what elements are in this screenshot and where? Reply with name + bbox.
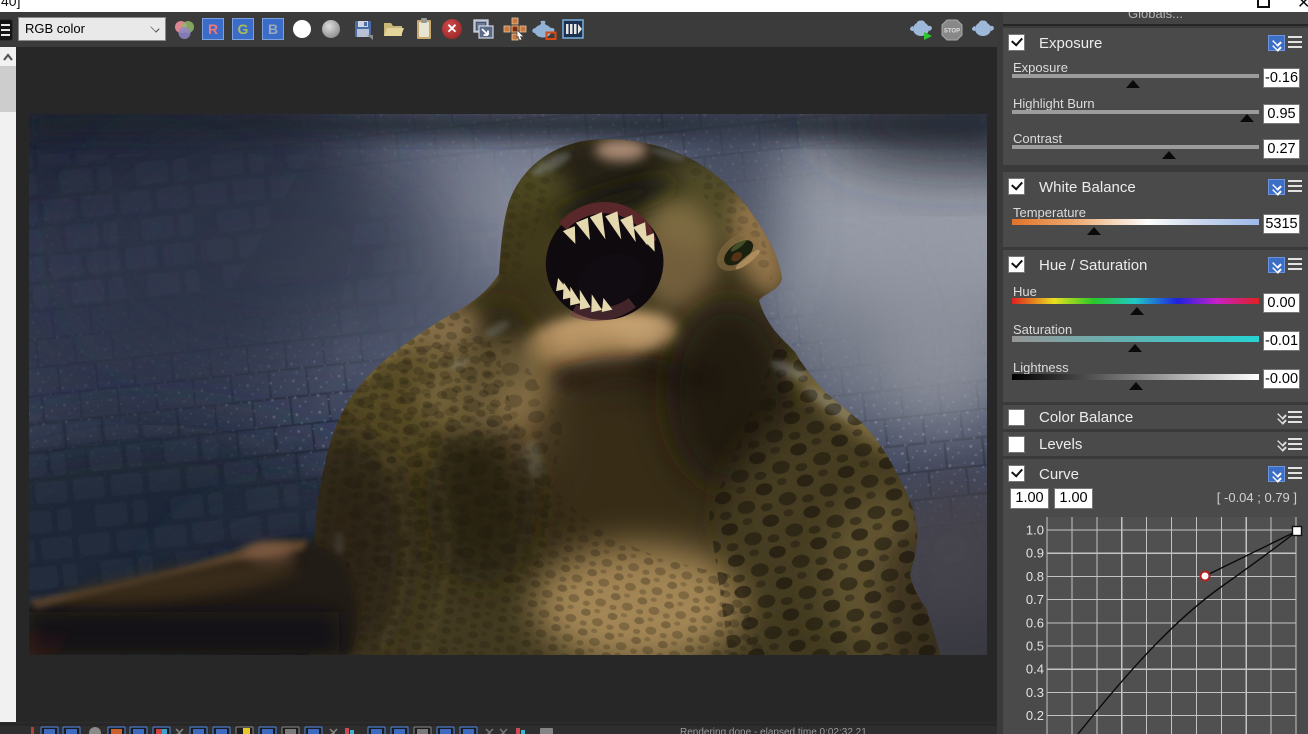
svg-text:Rendering done - elapsed time: Rendering done - elapsed time 0:02:32.21 [680,727,867,734]
svg-text:0.6: 0.6 [1026,615,1044,630]
svg-text:0.3: 0.3 [1026,685,1044,700]
svg-text:0.7: 0.7 [1026,592,1044,607]
svg-text:0.8: 0.8 [1026,569,1044,584]
svg-text:STOP: STOP [944,29,960,35]
svg-text:0.4: 0.4 [1026,662,1044,677]
svg-text:0.9: 0.9 [1026,546,1044,561]
svg-text:0.2: 0.2 [1026,708,1044,723]
svg-text:0.5: 0.5 [1026,639,1044,654]
svg-text:1.0: 1.0 [1026,523,1044,538]
